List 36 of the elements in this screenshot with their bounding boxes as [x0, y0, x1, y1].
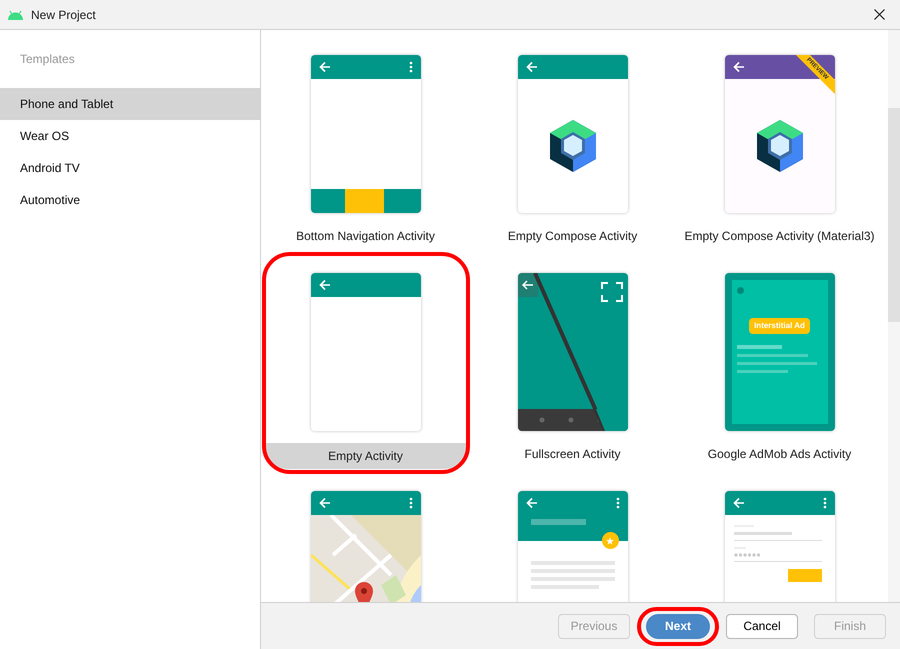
back-arrow-icon [732, 61, 744, 73]
dialog-button[interactable]: Cancel [726, 614, 798, 638]
back-arrow-icon [526, 61, 538, 73]
template-label: Fullscreen Activity [523, 446, 622, 463]
window-title: New Project [31, 6, 96, 24]
template-card[interactable]: Empty Compose Activity [470, 36, 674, 254]
overflow-menu-icon [408, 497, 412, 509]
sidebar-item[interactable]: Wear OS [0, 120, 260, 152]
sidebar-item[interactable]: Phone and Tablet [0, 88, 260, 120]
template-label: Google AdMob Ads Activity [706, 446, 852, 463]
overflow-menu-icon [616, 497, 620, 509]
back-arrow-icon [318, 61, 330, 73]
template-label: Empty Activity [264, 443, 466, 469]
sidebar-item[interactable]: Automotive [0, 184, 260, 216]
template-card[interactable]: Empty Activity [264, 254, 468, 472]
android-logo-icon [7, 10, 24, 20]
template-label: Empty Compose Activity [506, 228, 638, 245]
template-card[interactable]: Fullscreen Activity [470, 254, 674, 472]
template-label: Bottom Navigation Activity [295, 228, 436, 245]
sidebar-item[interactable]: Android TV [0, 152, 260, 184]
back-arrow-icon [732, 497, 744, 509]
back-arrow-icon [318, 497, 330, 509]
back-arrow-icon [318, 279, 330, 291]
compose-logo-icon [754, 119, 804, 173]
sidebar-heading: Templates [19, 51, 76, 68]
template-label: Empty Compose Activity (Material3) [683, 228, 876, 245]
template-card[interactable]: Interstitial Ad Google AdMob Ads Activity [678, 254, 882, 472]
overflow-menu-icon [408, 61, 412, 73]
overflow-menu-icon [822, 497, 826, 509]
close-icon[interactable] [874, 9, 885, 20]
back-arrow-icon [526, 497, 538, 509]
compose-logo-icon [548, 119, 598, 173]
next-button[interactable]: Next [646, 614, 710, 638]
template-card[interactable]: Bottom Navigation Activity [264, 36, 468, 254]
scrollbar[interactable] [888, 30, 900, 602]
interstitial-ad-label: Interstitial Ad [749, 318, 810, 334]
